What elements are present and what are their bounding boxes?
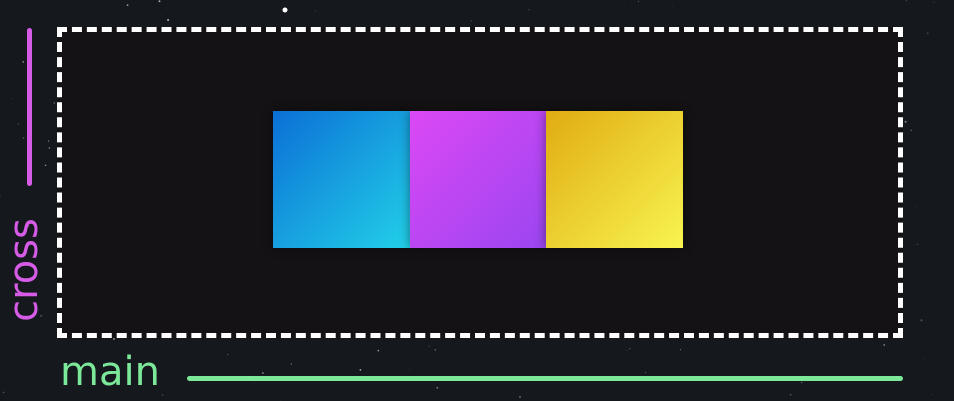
star (17, 123, 20, 125)
star (262, 372, 264, 374)
main-axis-label: main (60, 349, 160, 395)
star (923, 357, 925, 359)
star (623, 2, 625, 4)
star (434, 349, 437, 351)
star (48, 140, 50, 142)
star (22, 61, 25, 63)
star (626, 350, 628, 351)
main-axis-line (187, 376, 903, 381)
flexbox-axes-diagram: cross main (0, 0, 954, 401)
star (290, 363, 293, 365)
star (629, 348, 631, 350)
star (920, 319, 923, 322)
star (926, 32, 929, 35)
star (44, 164, 47, 167)
star (671, 5, 673, 7)
star (158, 0, 161, 3)
star (112, 337, 115, 340)
star (528, 9, 530, 11)
star (12, 98, 14, 99)
star (801, 381, 803, 384)
star (377, 349, 380, 352)
star (409, 368, 411, 370)
star (126, 4, 129, 6)
flex-item-1 (273, 111, 410, 248)
star (167, 19, 170, 22)
star (645, 372, 647, 374)
star (315, 10, 316, 12)
star (910, 129, 912, 131)
star (227, 353, 229, 356)
star (53, 102, 55, 104)
star (160, 14, 162, 16)
star (789, 393, 792, 396)
flex-item-2 (410, 111, 546, 248)
star (359, 369, 362, 371)
star (22, 137, 25, 139)
star (933, 1, 935, 3)
cross-axis-label: cross (1, 218, 47, 322)
bright-star (282, 7, 288, 13)
star (436, 386, 439, 389)
star (519, 396, 521, 398)
star (0, 194, 1, 197)
star (905, 0, 907, 2)
star (470, 20, 472, 22)
star (161, 394, 164, 396)
flex-item-3 (546, 111, 683, 248)
cross-axis-line (27, 28, 32, 186)
star (428, 345, 430, 348)
star (931, 393, 933, 395)
star (637, 0, 639, 2)
star (915, 205, 916, 207)
star (254, 383, 255, 384)
star (2, 391, 5, 394)
star (883, 344, 886, 346)
star (679, 349, 681, 351)
star (904, 120, 907, 123)
star (916, 243, 918, 245)
star (48, 147, 51, 149)
